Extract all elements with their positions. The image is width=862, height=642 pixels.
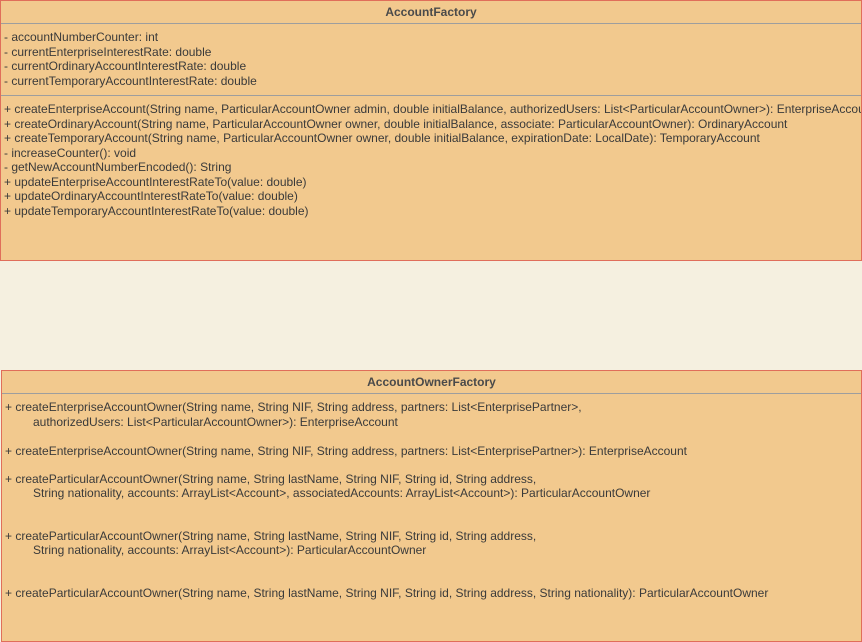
attribute: - currentEnterpriseInterestRate: double — [4, 44, 212, 59]
class-box-account-factory[interactable]: AccountFactory - accountNumberCounter: i… — [0, 0, 862, 261]
method-line: + createParticularAccountOwner(String na… — [5, 528, 537, 543]
attribute: - currentTemporaryAccountInterestRate: d… — [4, 73, 257, 88]
method-line: + createParticularAccountOwner(String na… — [5, 471, 537, 486]
method-line: + createEnterpriseAccountOwner(String na… — [5, 400, 582, 414]
method: + createEnterpriseAccountOwner(String na… — [5, 444, 857, 459]
attributes-compartment: - accountNumberCounter: int - currentEnt… — [1, 24, 861, 96]
method: + createEnterpriseAccount(String name, P… — [4, 102, 862, 116]
attribute: - accountNumberCounter: int — [4, 30, 159, 44]
method-line: + createEnterpriseAccountOwner(String na… — [5, 444, 687, 458]
method: + createEnterpriseAccountOwner(String na… — [5, 400, 857, 429]
method: + createParticularAccountOwner(String na… — [5, 529, 857, 558]
class-box-account-owner-factory[interactable]: AccountOwnerFactory + createEnterpriseAc… — [1, 370, 862, 642]
class-name: AccountFactory — [1, 1, 861, 24]
methods-compartment: + createEnterpriseAccountOwner(String na… — [2, 394, 861, 604]
method: + createOrdinaryAccount(String name, Par… — [4, 116, 788, 131]
method: + updateOrdinaryAccountInterestRateTo(va… — [4, 189, 298, 203]
method: + updateTemporaryAccountInterestRateTo(v… — [4, 203, 309, 218]
methods-compartment: + createEnterpriseAccount(String name, P… — [1, 96, 861, 222]
attribute: - currentOrdinaryAccountInterestRate: do… — [4, 59, 247, 73]
method: + createParticularAccountOwner(String na… — [5, 586, 857, 601]
method-line: + createParticularAccountOwner(String na… — [5, 585, 769, 600]
method: - getNewAccountNumberEncoded(): String — [4, 160, 232, 174]
method: + createTemporaryAccount(String name, Pa… — [4, 131, 760, 145]
method: + createParticularAccountOwner(String na… — [5, 472, 857, 501]
class-name: AccountOwnerFactory — [2, 371, 861, 394]
method: + updateEnterpriseAccountInterestRateTo(… — [4, 174, 307, 189]
method-line-continuation: String nationality, accounts: ArrayList<… — [33, 543, 427, 557]
method-line-continuation: authorizedUsers: List<ParticularAccountO… — [33, 414, 398, 429]
method-line-continuation: String nationality, accounts: ArrayList<… — [33, 486, 651, 500]
method: - increaseCounter(): void — [4, 145, 137, 160]
